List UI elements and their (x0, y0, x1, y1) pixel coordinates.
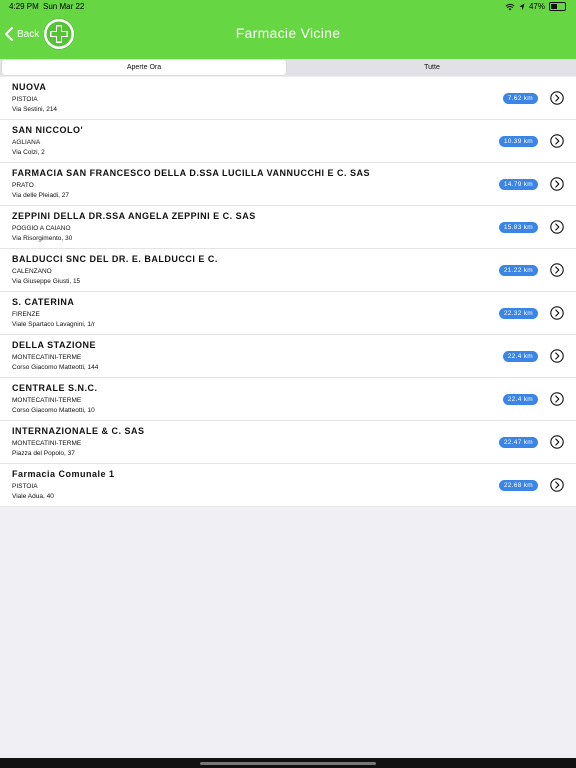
navigation-bar: 4:29 PM Sun Mar 22 47% Back Farmacie Vic… (0, 0, 576, 59)
distance-badge: 22.47 km (498, 437, 538, 448)
pharmacy-name: Farmacia Comunale 1 (12, 469, 115, 479)
pharmacy-city: CALENZANO (12, 268, 52, 275)
pharmacy-list: NUOVA PISTOIA Via Sestini, 214 7.62 km SAN N… (0, 77, 576, 507)
pharmacy-name: SAN NICCOLO' (12, 125, 84, 135)
distance-badge: 15.83 km (498, 222, 538, 233)
battery-icon (549, 2, 566, 11)
pharmacy-city: POGGIO A CAIANO (12, 225, 71, 232)
chevron-right-circle-icon[interactable] (550, 392, 564, 406)
pharmacy-row[interactable]: INTERNAZIONALE & C. SAS MONTECATINI-TERME… (0, 421, 576, 464)
pharmacy-name: BALDUCCI SNC DEL DR. E. BALDUCCI E C. (12, 254, 218, 264)
pharmacy-row[interactable]: BALDUCCI SNC DEL DR. E. BALDUCCI E C. CAL… (0, 249, 576, 292)
pharmacy-name: INTERNAZIONALE & C. SAS (12, 426, 145, 436)
pharmacy-address: Corso Giacomo Matteotti, 144 (12, 364, 99, 371)
home-indicator[interactable] (200, 762, 376, 765)
distance-badge: 14.79 km (498, 179, 538, 190)
pharmacy-row[interactable]: SAN NICCOLO' AGLIANA Via Colzi, 2 10.39 km (0, 120, 576, 163)
location-arrow-icon (519, 3, 525, 10)
chevron-right-circle-icon[interactable] (550, 478, 564, 492)
status-date: Sun Mar 22 (43, 2, 85, 11)
pharmacy-address: Via Risorgimento, 30 (12, 235, 73, 242)
distance-badge: 7.62 km (502, 93, 538, 104)
pharmacy-row[interactable]: NUOVA PISTOIA Via Sestini, 214 7.62 km (0, 77, 576, 120)
pharmacy-row[interactable]: FARMACIA SAN FRANCESCO DELLA D.SSA LUCIL… (0, 163, 576, 206)
pharmacy-name: FARMACIA SAN FRANCESCO DELLA D.SSA LUCIL… (12, 168, 371, 178)
chevron-right-circle-icon[interactable] (550, 91, 564, 105)
pharmacy-row[interactable]: Farmacia Comunale 1 PISTOIA Viale Adua, 40… (0, 464, 576, 507)
pharmacy-address: Piazza del Popolo, 37 (12, 450, 75, 457)
wifi-icon (505, 3, 515, 10)
page-title: Farmacie Vicine (235, 25, 341, 41)
status-indicators: 47% (505, 2, 566, 11)
chevron-right-circle-icon[interactable] (550, 134, 564, 148)
pharmacy-address: Viale Adua, 40 (12, 493, 54, 500)
chevron-right-circle-icon[interactable] (550, 306, 564, 320)
pharmacy-address: Viale Spartaco Lavagnini, 1/r (12, 321, 95, 328)
chevron-right-circle-icon[interactable] (550, 220, 564, 234)
pharmacy-row[interactable]: S. CATERINA FIRENZE Viale Spartaco Lavagni… (0, 292, 576, 335)
chevron-right-circle-icon[interactable] (550, 263, 564, 277)
pharmacy-name: S. CATERINA (12, 297, 75, 307)
pharmacy-address: Via Sestini, 214 (12, 106, 58, 113)
pharmacy-city: FIRENZE (12, 311, 40, 318)
segment-open-now[interactable]: Aperte Ora (2, 60, 286, 75)
pharmacy-city: PRATO (12, 182, 34, 189)
pharmacy-name: CENTRALE S.N.C. (12, 383, 98, 393)
pharmacy-city: AGLIANA (12, 139, 41, 146)
distance-badge: 21.22 km (498, 265, 538, 276)
pharmacy-city: PISTOIA (12, 483, 38, 490)
chevron-right-circle-icon[interactable] (550, 349, 564, 363)
pharmacy-city: MONTECATINI-TERME (12, 397, 82, 404)
distance-badge: 10.39 km (498, 136, 538, 147)
status-bar: 4:29 PM Sun Mar 22 47% (0, 0, 576, 14)
pharmacy-address: Via delle Pleiadi, 27 (12, 192, 69, 199)
pharmacy-name: NUOVA (12, 82, 47, 92)
pharmacy-row[interactable]: DELLA STAZIONE MONTECATINI-TERME Corso Gia… (0, 335, 576, 378)
segmented-control: Aperte Ora Tutte (0, 59, 576, 76)
pharmacy-address: Corso Giacomo Matteotti, 10 (12, 407, 95, 414)
battery-percentage: 47% (528, 2, 545, 11)
pharmacy-row[interactable]: CENTRALE S.N.C. MONTECATINI-TERME Corso Gi… (0, 378, 576, 421)
chevron-right-circle-icon[interactable] (550, 435, 564, 449)
pharmacy-address: Via Colzi, 2 (12, 149, 45, 156)
status-time: 4:29 PM (9, 2, 39, 11)
pharmacy-city: MONTECATINI-TERME (12, 440, 82, 447)
pharmacy-name: DELLA STAZIONE (12, 340, 96, 350)
distance-badge: 22.4 km (502, 351, 538, 362)
segment-all[interactable]: Tutte (290, 60, 574, 75)
pharmacy-city: PISTOIA (12, 96, 38, 103)
pharmacy-row[interactable]: ZEPPINI DELLA DR.SSA ANGELA ZEPPINI E C.… (0, 206, 576, 249)
battery-level (551, 4, 557, 9)
distance-badge: 22.68 km (498, 480, 538, 491)
pharmacy-city: MONTECATINI-TERME (12, 354, 82, 361)
chevron-right-circle-icon[interactable] (550, 177, 564, 191)
distance-badge: 22.4 km (502, 394, 538, 405)
pharmacy-address: Via Giuseppe Giusti, 15 (12, 278, 81, 285)
distance-badge: 22.32 km (498, 308, 538, 319)
home-bar-area (0, 758, 576, 768)
pharmacy-name: ZEPPINI DELLA DR.SSA ANGELA ZEPPINI E C.… (12, 211, 256, 221)
